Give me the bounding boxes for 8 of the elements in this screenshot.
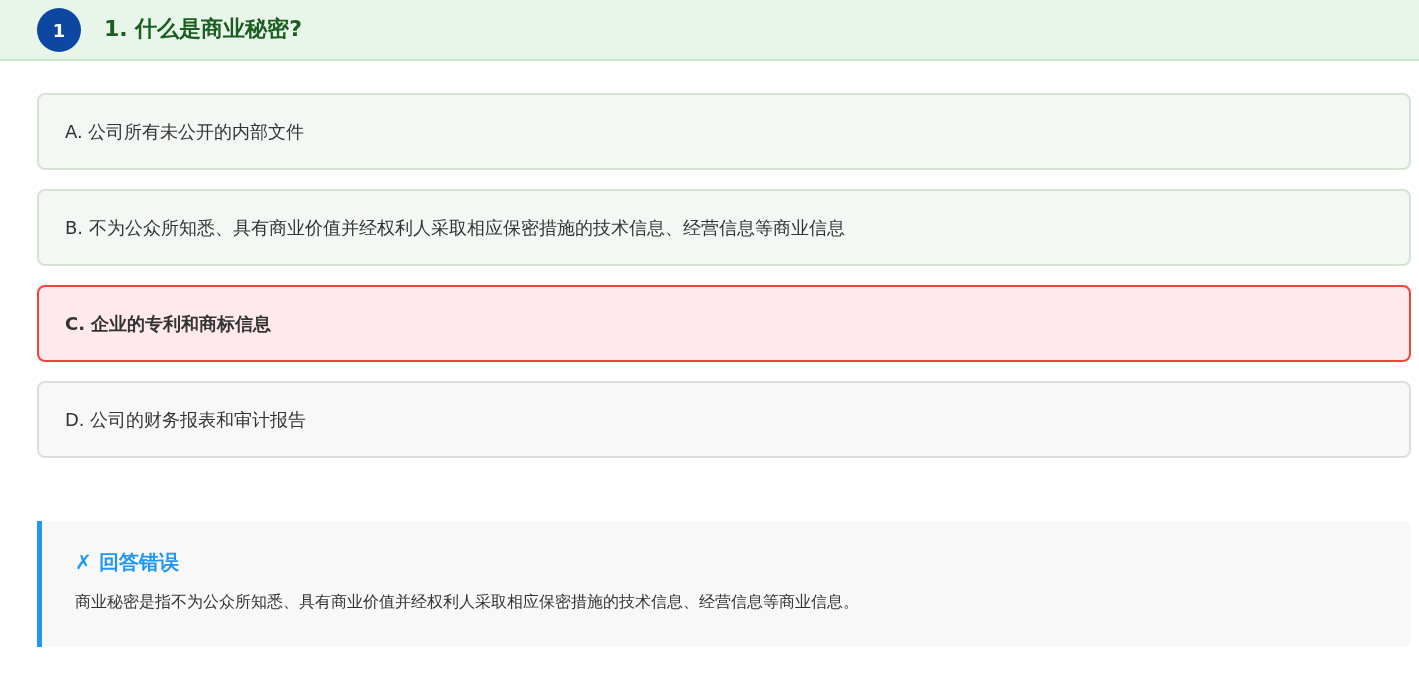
answer-option[interactable]: D. 公司的财务报表和审计报告 [37,381,1411,458]
feedback-explanation: 商业秘密是指不为公众所知悉、具有商业价值并经权利人采取相应保密措施的技术信息、经营信息等商业信息。 [75,592,860,613]
feedback-title: ✗ 回答错误 [75,549,180,576]
question-number-badge: 1 [37,8,81,52]
answer-option[interactable]: C. 企业的专利和商标信息 [37,285,1411,362]
answer-option[interactable]: A. 公司所有未公开的内部文件 [37,93,1411,170]
question-title: 1. 什么是商业秘密? [104,15,303,43]
answer-option[interactable]: B. 不为公众所知悉、具有商业价值并经权利人采取相应保密措施的技术信息、经营信息等商业信息 [37,189,1411,266]
